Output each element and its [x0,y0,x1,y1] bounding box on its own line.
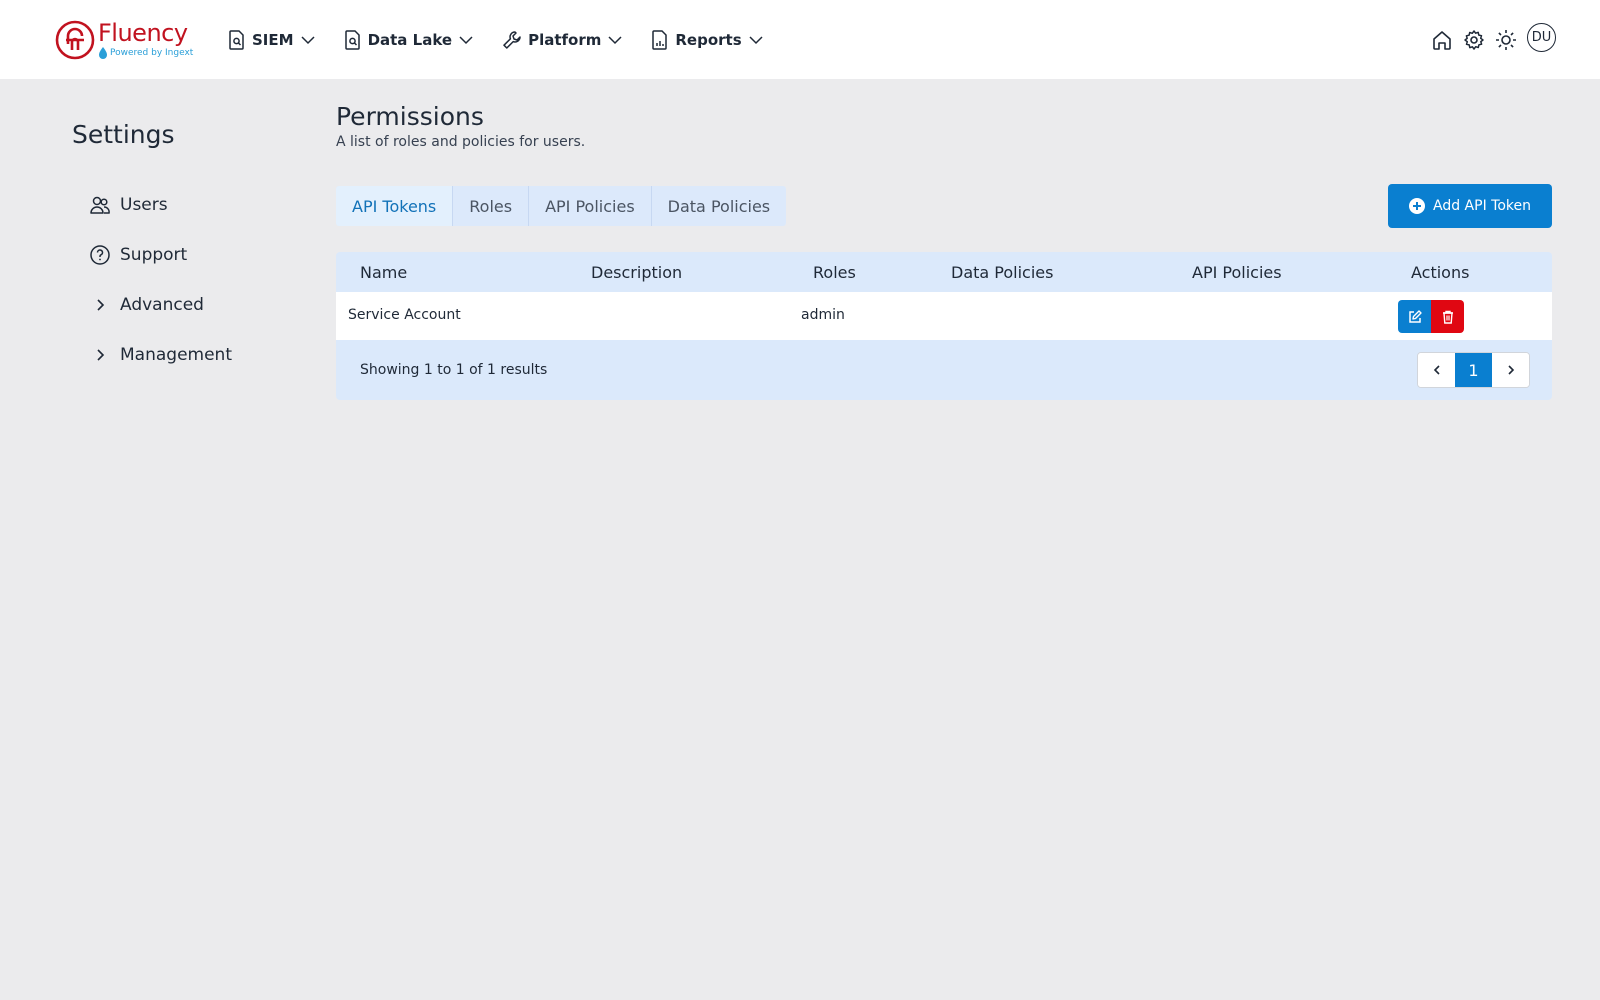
cell-name: Service Account [348,307,461,323]
row-actions [1398,300,1464,333]
col-header-actions: Actions [1411,263,1470,282]
nav-reports-label: Reports [675,30,742,49]
delete-button[interactable] [1431,300,1464,333]
chevron-right-icon [1507,365,1514,375]
nav-siem[interactable]: SIEM [228,29,316,50]
sidebar: Users Support Advanced Management [88,180,308,380]
nav-platform-label: Platform [528,30,602,49]
pagination: 1 [1417,352,1530,388]
sidebar-item-users[interactable]: Users [88,180,308,230]
tab-api-policies[interactable]: API Policies [529,186,652,226]
col-header-name[interactable]: Name [360,263,407,282]
settings-button[interactable] [1463,29,1485,51]
col-header-api-policies[interactable]: API Policies [1192,263,1282,282]
tab-roles[interactable]: Roles [453,186,530,226]
sidebar-item-management[interactable]: Management [88,330,308,380]
sidebar-item-support[interactable]: Support [88,230,308,280]
table-footer: Showing 1 to 1 of 1 results 1 [336,340,1552,400]
home-button[interactable] [1431,29,1453,51]
table-header: Name Description Roles Data Policies API… [336,252,1552,292]
page-button-1[interactable]: 1 [1455,353,1492,387]
nav-data-lake-label: Data Lake [367,30,453,49]
sun-icon [1496,29,1516,50]
cell-roles: admin [801,307,845,323]
edit-button[interactable] [1398,300,1431,333]
question-circle-icon [88,243,112,267]
plus-circle-icon [1409,198,1425,214]
nav-siem-label: SIEM [252,30,294,49]
nav-reports[interactable]: Reports [651,29,763,50]
results-summary: Showing 1 to 1 of 1 results [360,362,548,378]
fluency-logo-icon [55,20,95,60]
sidebar-item-label: Users [120,195,168,215]
add-api-token-button[interactable]: Add API Token [1388,184,1552,228]
nav-platform[interactable]: Platform [502,30,623,50]
home-icon [1433,30,1451,50]
wrench-icon [503,30,521,49]
chevron-down-icon [301,35,315,44]
add-api-token-label: Add API Token [1433,198,1531,214]
brand-name: Fluency [98,19,188,47]
main-nav: SIEM Data Lake Platform Reports [228,0,792,79]
file-search-icon [229,29,244,50]
trash-icon [1442,310,1453,324]
users-icon [88,193,112,217]
chevron-right-icon [88,343,112,367]
col-header-roles[interactable]: Roles [813,263,856,282]
nav-right-tools: DU [1431,0,1556,79]
brand-tagline: Powered by Ingext [110,47,194,58]
top-navbar: Fluency Powered by Ingext SIEM Data Lake… [0,0,1600,79]
theme-toggle-button[interactable] [1495,29,1517,51]
tab-api-tokens[interactable]: API Tokens [336,186,454,226]
sidebar-item-label: Advanced [120,295,204,315]
file-search-icon [344,29,360,50]
page-title: Permissions [336,102,484,131]
chevron-down-icon [749,35,763,44]
chevron-down-icon [608,35,622,44]
sidebar-title: Settings [72,120,175,149]
permissions-tabs: API Tokens Roles API Policies Data Polic… [336,186,787,226]
chevron-left-icon [1433,365,1440,375]
col-header-data-policies[interactable]: Data Policies [951,263,1053,282]
gear-icon [1464,29,1484,50]
file-chart-icon [652,29,668,50]
col-header-description[interactable]: Description [591,263,682,282]
sidebar-item-advanced[interactable]: Advanced [88,280,308,330]
sidebar-item-label: Management [120,345,232,365]
page-subtitle: A list of roles and policies for users. [336,134,586,150]
chevron-right-icon [88,293,112,317]
tab-data-policies[interactable]: Data Policies [652,186,786,226]
nav-data-lake[interactable]: Data Lake [344,29,475,50]
fluency-logo[interactable]: Fluency Powered by Ingext [55,19,195,61]
api-tokens-table: Name Description Roles Data Policies API… [336,252,1552,400]
sidebar-item-label: Support [120,245,188,265]
chevron-down-icon [459,35,473,44]
ingext-drop-icon [99,47,107,59]
edit-icon [1408,309,1422,323]
table-row[interactable]: Service Account admin [336,292,1552,340]
next-page-button[interactable] [1492,353,1529,387]
user-avatar[interactable]: DU [1527,23,1556,52]
prev-page-button[interactable] [1418,353,1455,387]
